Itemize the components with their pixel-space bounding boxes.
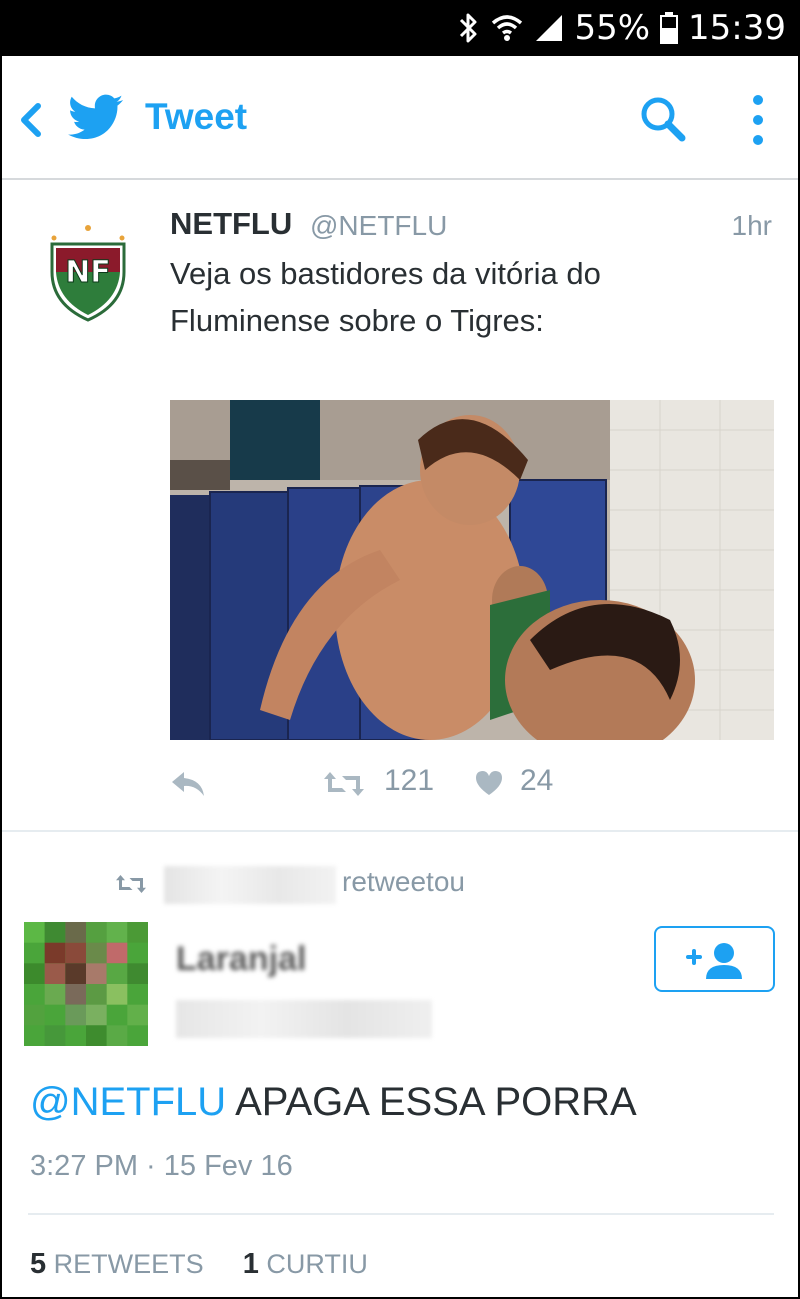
- top-bar: Tweet: [2, 56, 798, 180]
- likes-label: CURTIU: [266, 1249, 368, 1279]
- app-screen: Tweet NF NETFLU @NETFLU 1hr Veja os bast…: [2, 56, 798, 1297]
- reply-mention-link[interactable]: @NETFLU: [30, 1080, 226, 1124]
- retweets-count: 5: [30, 1248, 47, 1280]
- author-name[interactable]: NETFLU: [170, 206, 292, 242]
- search-icon[interactable]: [638, 94, 688, 144]
- retweet-icon[interactable]: [322, 768, 366, 800]
- retweet-notice: retweetou: [2, 862, 798, 906]
- reply-text: @NETFLU APAGA ESSA PORRA: [30, 1080, 637, 1125]
- tweet-actions: 121 24: [2, 764, 798, 808]
- page-title: Tweet: [145, 96, 248, 137]
- tweet-media-image[interactable]: [170, 400, 774, 740]
- avatar-logo-text: NF: [65, 255, 111, 290]
- tweet-text-line2: Fluminense sobre o Tigres:: [170, 303, 544, 338]
- battery-percent: 55%: [574, 8, 651, 48]
- tweet-text-line1: Veja os bastidores da vitória do: [170, 256, 601, 291]
- reply-icon[interactable]: [170, 768, 206, 800]
- reply-body: APAGA ESSA PORRA: [226, 1080, 637, 1124]
- author-handle[interactable]: @NETFLU: [310, 210, 447, 242]
- like-count: 24: [520, 764, 554, 797]
- retweets-label: RETWEETS: [53, 1249, 204, 1279]
- bluetooth-icon: [460, 13, 477, 43]
- back-icon[interactable]: [16, 100, 44, 140]
- status-bar: 55% 15:39: [0, 0, 800, 56]
- reply-author-name[interactable]: Laranjal: [176, 940, 306, 979]
- follow-button[interactable]: [654, 926, 775, 992]
- likes-count: 1: [242, 1248, 259, 1280]
- likes-stat[interactable]: 1 CURTIU: [242, 1248, 368, 1280]
- reply-author-avatar[interactable]: [24, 922, 148, 1046]
- add-user-icon: [686, 943, 742, 979]
- wifi-icon: [492, 15, 523, 41]
- twitter-bird-icon: [68, 94, 124, 139]
- reply-timestamp: 3:27 PM · 15 Fev 16: [30, 1150, 293, 1182]
- battery-icon: [660, 12, 679, 44]
- divider: [2, 830, 798, 832]
- retweets-stat[interactable]: 5 RETWEETS: [30, 1248, 204, 1280]
- more-vert-icon[interactable]: [748, 92, 768, 148]
- signal-icon: [536, 15, 563, 41]
- author-avatar[interactable]: NF: [46, 222, 130, 322]
- redacted-reply-handle: [176, 1000, 432, 1038]
- retweet-label: retweetou: [342, 866, 465, 897]
- clock: 15:39: [688, 8, 786, 48]
- retweet-count: 121: [384, 764, 435, 797]
- heart-icon[interactable]: [474, 768, 504, 798]
- tweet-text: Veja os bastidores da vitória do Flumine…: [170, 250, 730, 344]
- divider: [28, 1213, 774, 1215]
- retweet-small-icon: [116, 875, 146, 893]
- reply-stats: 5 RETWEETS 1 CURTIU: [30, 1248, 368, 1281]
- redacted-retweeter-name: [164, 866, 336, 904]
- tweet-time: 1hr: [731, 210, 772, 241]
